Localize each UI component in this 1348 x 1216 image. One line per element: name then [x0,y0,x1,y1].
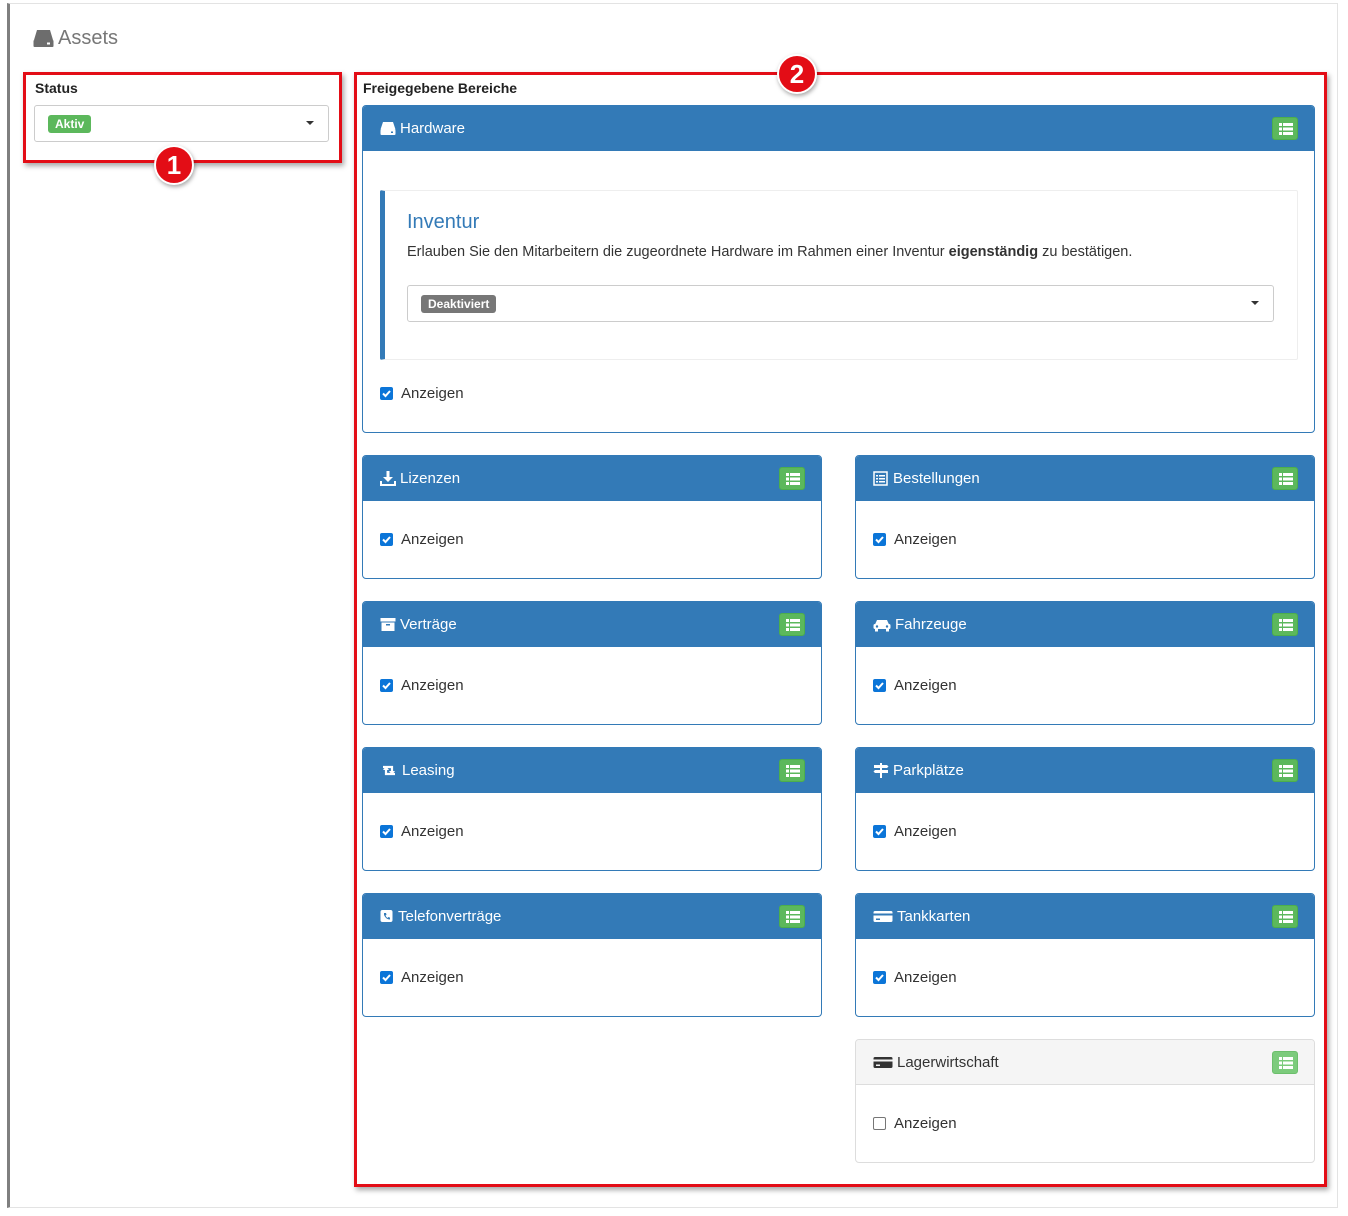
page-title: Assets [58,26,119,49]
hdd-icon [33,29,54,48]
annotation-marker-1: 1 [154,145,194,185]
page-header: Assets [33,25,118,51]
annotation-marker-2: 2 [777,54,817,94]
annotation-box-2 [354,72,1327,1187]
